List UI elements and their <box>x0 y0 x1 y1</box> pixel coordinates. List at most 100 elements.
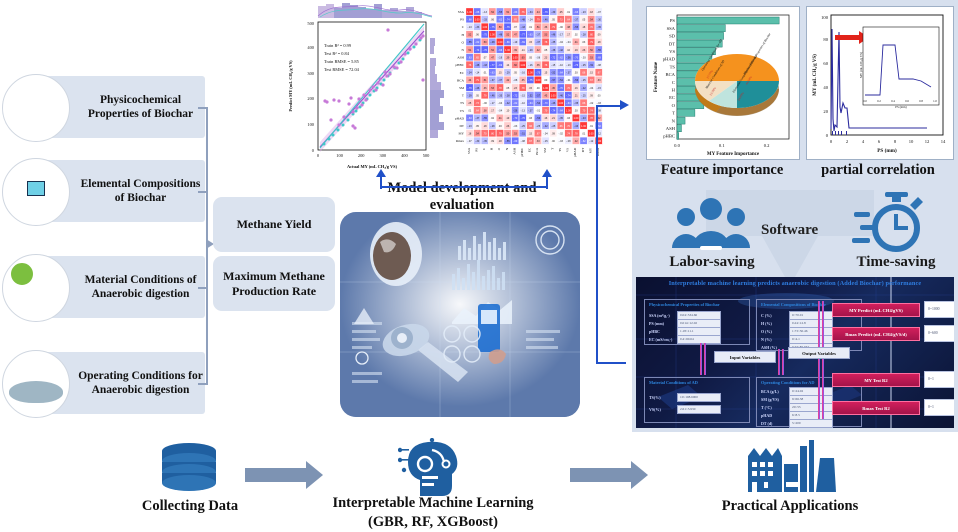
heatmap-row-label: Rmax <box>456 139 464 143</box>
svg-text:0: 0 <box>312 148 315 153</box>
gui-bus-line <box>704 343 706 375</box>
fi-xlabel: MY Feature Importance <box>707 152 760 157</box>
software-gui-screenshot[interactable]: Interpretable machine learning predicts … <box>636 277 954 428</box>
heatmap-cell-value: -.30 <box>475 140 480 143</box>
svg-text:0: 0 <box>826 133 829 138</box>
heatmap-cell-value: .05 <box>513 72 517 75</box>
heatmap-cell-value: .44 <box>536 11 540 14</box>
target-box-max-rate[interactable]: Maximum Methane Production Rate <box>213 256 335 311</box>
heatmap-cell-value: .79 <box>498 132 502 135</box>
heatmap-cell-value: .01 <box>589 125 593 128</box>
heatmap-cell-value: -.33 <box>483 18 488 21</box>
heatmap-cell-value: -.30 <box>597 18 602 21</box>
gui-field-input[interactable]: 10~108.6000 <box>677 393 721 402</box>
input-box-elemental[interactable]: Elemental Compositions of Biochar <box>2 158 205 226</box>
heatmap-cell-value: -.28 <box>581 34 586 37</box>
fi-xticks: 0.0 0.1 0.2 <box>674 143 770 148</box>
connector-arrow-icon <box>620 100 629 110</box>
heatmap-cell-value: .78 <box>544 64 548 67</box>
gui-output-my-range[interactable]: 0~1000 <box>924 301 954 318</box>
gui-output-my-test-r2[interactable]: MY Test R2 <box>832 373 920 387</box>
svg-text:200: 200 <box>358 153 365 158</box>
heatmap-cell-value: -.63 <box>574 11 579 14</box>
gui-output-rmax-range[interactable]: 0~600 <box>924 325 954 342</box>
annotation-test-rmse: Test RMSE = 72.04 <box>324 67 360 72</box>
heatmap-cell-value: .79 <box>536 18 540 21</box>
target-box-methane-yield[interactable]: Methane Yield <box>213 197 335 252</box>
heatmap-cell-value: -.70 <box>543 102 548 105</box>
heatmap-cell-value: .66 <box>582 102 586 105</box>
heatmap-col-label: MY <box>588 147 592 153</box>
heatmap-cell-value: .66 <box>529 125 533 128</box>
heatmap-cell-value: .15 <box>529 87 533 90</box>
heatmap-cell-value: .35 <box>536 64 540 67</box>
gui-output-rmax-predict[interactable]: Rmax Predict (mL CH4/gVS/d) <box>832 327 920 341</box>
heatmap-cell-value: .67 <box>589 79 593 82</box>
ai-head-icon <box>398 438 458 496</box>
heatmap-cell-value: .65 <box>513 18 517 21</box>
heatmap-cell-value: .53 <box>544 34 548 37</box>
gui-field-label: PS (mm) <box>649 321 664 326</box>
gui-output-my-r2-range[interactable]: 0~1 <box>924 371 954 388</box>
heatmap-cell-value: -.43 <box>581 117 586 120</box>
heatmap-cell-value: -.02 <box>589 102 594 105</box>
gui-field-input[interactable]: 2.61~5.930 <box>677 405 721 414</box>
heatmap-cell-value: -.76 <box>483 49 488 52</box>
software-label: Software <box>761 222 819 238</box>
heatmap-cell-value: -.25 <box>536 125 541 128</box>
heatmap-cell-value: -.64 <box>559 110 564 113</box>
heatmap-cell-value: -.75 <box>490 26 495 29</box>
feature-importance-chart: PS SSA SD DT VS pHAD TS BCA C H EC O T N ASH pHBC 0.0 0.… <box>646 6 800 160</box>
heatmap-cell-value: .00 <box>544 79 548 82</box>
heatmap-cell-value: -.54 <box>536 102 541 105</box>
input-box-physicochemical[interactable]: Physicochemical Properties of Biochar <box>2 74 205 142</box>
input-box-label: Physicochemical Properties of Biochar <box>87 93 194 120</box>
svg-text:6: 6 <box>878 139 881 144</box>
gui-output-rmax-r2-range[interactable]: 0~1 <box>924 399 954 416</box>
gui-bus-line <box>700 343 702 375</box>
heatmap-cell-value: .03 <box>498 125 502 128</box>
input-box-material[interactable]: Material Conditions of Anaerobic digesti… <box>2 254 205 322</box>
heatmap-cell-value: -.08 <box>521 140 526 143</box>
heatmap-cell-value: -.55 <box>498 11 503 14</box>
gui-field-label: pHAD <box>761 413 773 418</box>
heatmap-cell-value: -.66 <box>505 41 510 44</box>
heatmap-cell-value: 1.00 <box>574 117 579 120</box>
gui-group-title: Operating Conditions for AD <box>761 380 815 385</box>
gui-field-input[interactable]: 5~200 <box>789 419 833 428</box>
heatmap-cell-value: .16 <box>574 87 578 90</box>
heatmap-cell-value: 1.00 <box>528 72 533 75</box>
input-box-operating[interactable]: Operating Conditions for Anaerobic diges… <box>2 350 205 418</box>
ai-robot-analytics-photo <box>340 212 580 417</box>
heatmap-cell-value: 1.00 <box>490 34 495 37</box>
heatmap-cell-value: -.15 <box>597 87 602 90</box>
heatmap-cell-value: -.77 <box>490 64 495 67</box>
heatmap-cell-value: .38 <box>567 26 571 29</box>
heatmap-cell-value: -.04 <box>559 41 564 44</box>
gui-output-my-predict[interactable]: MY Predict (mL CH4/gVS) <box>832 303 920 317</box>
heatmap-cell-value: .03 <box>529 117 533 120</box>
heatmap-cell-value: .78 <box>498 87 502 90</box>
heatmap-cell-value: -.15 <box>551 64 556 67</box>
heatmap-row-label: ASH <box>457 56 464 60</box>
heatmap-cell-value: -.55 <box>574 26 579 29</box>
heatmap-cell-value: -.07 <box>597 11 602 14</box>
heatmap-cell-value: .09 <box>551 132 555 135</box>
heatmap-cell-value: .78 <box>574 132 578 135</box>
heatmap-cell-value: .10 <box>506 110 510 113</box>
gui-output-rmax-test-r2[interactable]: Rmax Test R2 <box>832 401 920 415</box>
heatmap-col-label: VS <box>566 148 570 152</box>
scatter-plot-panel: Train R² = 0.99 Test R² = 0.84 Train RMS… <box>276 2 448 178</box>
heatmap-cell-value: .52 <box>468 34 472 37</box>
heatmap-cell-value: -.07 <box>467 140 472 143</box>
bottom-label-practical-applications: Practical Applications <box>721 498 859 514</box>
flow-arrow-1-icon <box>245 461 323 489</box>
connector-line <box>596 362 626 364</box>
pc-xlabel: PS (mm) <box>877 147 897 154</box>
heatmap-cell-value: .54 <box>589 18 593 21</box>
gui-field-input[interactable]: 0.4~60.64 <box>677 335 721 344</box>
heatmap-cell-value: .76 <box>468 64 472 67</box>
gui-field-label: H (%) <box>761 321 772 326</box>
heatmap-cell-value: .50 <box>589 49 593 52</box>
heatmap-cell-value: .66 <box>559 125 563 128</box>
